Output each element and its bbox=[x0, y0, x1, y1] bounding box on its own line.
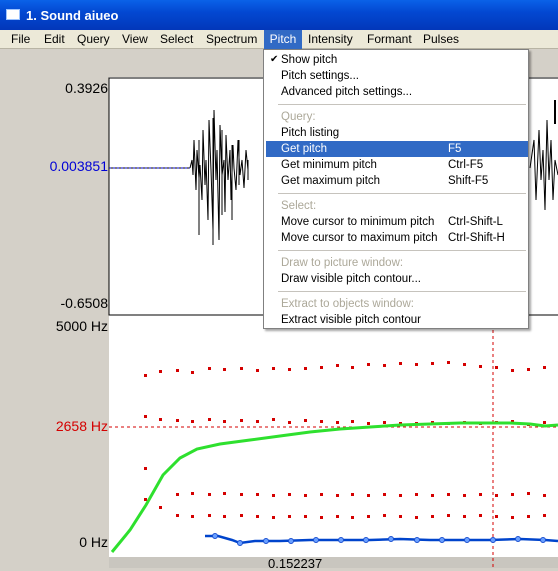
get-max-pitch-label: Get maximum pitch bbox=[281, 175, 381, 187]
menu-pitch-settings[interactable]: Pitch settings... bbox=[266, 68, 528, 84]
time-cursor-label: 0.152237 bbox=[268, 556, 323, 571]
draw-header-label: Draw to picture window: bbox=[281, 257, 404, 269]
pitch-settings-label: Pitch settings... bbox=[281, 70, 359, 82]
menu-get-pitch[interactable]: Get pitch F5 bbox=[266, 141, 528, 157]
get-max-pitch-shortcut: Shift-F5 bbox=[448, 175, 489, 187]
move-min-label: Move cursor to minimum pitch bbox=[281, 216, 435, 228]
menu-query-header: Query: bbox=[266, 109, 528, 125]
menu-select-header: Select: bbox=[266, 198, 528, 214]
move-max-label: Move cursor to maximum pitch bbox=[281, 232, 438, 244]
menu-show-pitch[interactable]: ✔ Show pitch bbox=[266, 52, 528, 68]
show-pitch-label: Show pitch bbox=[281, 54, 338, 66]
menu-separator bbox=[278, 193, 526, 194]
checkmark-icon: ✔ bbox=[270, 54, 279, 65]
menu-separator bbox=[278, 250, 526, 251]
wave-ymin: -0.6508 bbox=[60, 295, 108, 311]
wave-ymax: 0.3926 bbox=[65, 80, 108, 96]
get-pitch-shortcut: F5 bbox=[448, 143, 462, 155]
menu-move-cursor-min[interactable]: Move cursor to minimum pitch Ctrl-Shift-… bbox=[266, 214, 528, 230]
menu-get-min-pitch[interactable]: Get minimum pitch Ctrl-F5 bbox=[266, 157, 528, 173]
select-header-label: Select: bbox=[281, 200, 317, 212]
menu-pitch-listing[interactable]: Pitch listing bbox=[266, 125, 528, 141]
extract-contour-label: Extract visible pitch contour bbox=[281, 314, 421, 326]
get-min-pitch-shortcut: Ctrl-F5 bbox=[448, 159, 484, 171]
get-min-pitch-label: Get minimum pitch bbox=[281, 159, 377, 171]
wave-ycursor: 0.003851 bbox=[49, 158, 108, 174]
move-max-shortcut: Ctrl-Shift-H bbox=[448, 232, 505, 244]
menu-draw-header: Draw to picture window: bbox=[266, 255, 528, 271]
spectro-ymin: 0 Hz bbox=[79, 534, 108, 550]
menu-get-max-pitch[interactable]: Get maximum pitch Shift-F5 bbox=[266, 173, 528, 189]
menu-extract-contour[interactable]: Extract visible pitch contour bbox=[266, 312, 528, 328]
get-pitch-label: Get pitch bbox=[281, 143, 328, 155]
query-header-label: Query: bbox=[281, 111, 316, 123]
pitch-menu-dropdown: ✔ Show pitch Pitch settings... Advanced … bbox=[263, 49, 529, 329]
move-min-shortcut: Ctrl-Shift-L bbox=[448, 216, 503, 228]
advanced-settings-label: Advanced pitch settings... bbox=[281, 86, 413, 98]
pitch-listing-label: Pitch listing bbox=[281, 127, 340, 139]
extract-header-label: Extract to objects window: bbox=[281, 298, 414, 310]
menu-move-cursor-max[interactable]: Move cursor to maximum pitch Ctrl-Shift-… bbox=[266, 230, 528, 246]
menu-separator bbox=[278, 291, 526, 292]
menu-advanced-pitch-settings[interactable]: Advanced pitch settings... bbox=[266, 84, 528, 100]
draw-contour-label: Draw visible pitch contour... bbox=[281, 273, 421, 285]
spectro-ycursor: 2658 Hz bbox=[55, 418, 108, 434]
menu-separator bbox=[278, 104, 526, 105]
menu-extract-header: Extract to objects window: bbox=[266, 296, 528, 312]
spectro-ymax: 5000 Hz bbox=[55, 318, 108, 334]
menu-draw-contour[interactable]: Draw visible pitch contour... bbox=[266, 271, 528, 287]
